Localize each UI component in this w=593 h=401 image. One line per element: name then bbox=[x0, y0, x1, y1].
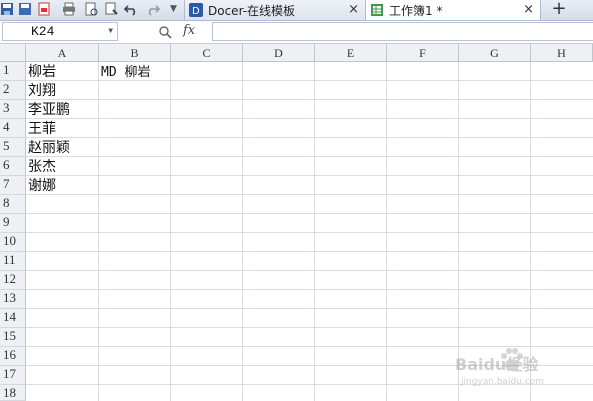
row-header[interactable]: 18 bbox=[0, 385, 26, 401]
grid-line bbox=[26, 232, 593, 233]
row-header[interactable]: 1 bbox=[0, 62, 26, 81]
row-header[interactable]: 14 bbox=[0, 309, 26, 328]
row-header[interactable]: 17 bbox=[0, 366, 26, 385]
tab-close-icon[interactable]: × bbox=[523, 2, 534, 17]
tab-docer-templates[interactable]: D Docer-在线模板 × bbox=[184, 0, 366, 20]
grid-line bbox=[26, 308, 593, 309]
formula-bar: K24 ▼ fx bbox=[0, 21, 593, 44]
pdf-export-icon[interactable] bbox=[37, 2, 51, 16]
tab-label: 工作簿1 * bbox=[389, 3, 443, 18]
row-header[interactable]: 10 bbox=[0, 233, 26, 252]
row-header[interactable]: 3 bbox=[0, 100, 26, 119]
print-icon[interactable] bbox=[62, 2, 76, 16]
grid-line bbox=[26, 99, 593, 100]
row-header[interactable]: 8 bbox=[0, 195, 26, 214]
column-header-c[interactable]: C bbox=[171, 44, 243, 62]
column-header-d[interactable]: D bbox=[243, 44, 315, 62]
grid-line bbox=[26, 251, 593, 252]
grid-line bbox=[26, 270, 593, 271]
tab-label: Docer-在线模板 bbox=[208, 3, 296, 18]
column-header-f[interactable]: F bbox=[387, 44, 459, 62]
row-header[interactable]: 16 bbox=[0, 347, 26, 366]
zoom-icon[interactable] bbox=[158, 25, 172, 42]
name-box-value: K24 bbox=[31, 24, 55, 39]
spreadsheet-icon bbox=[371, 4, 383, 16]
column-header-a[interactable]: A bbox=[26, 44, 99, 62]
tab-close-icon[interactable]: × bbox=[348, 2, 359, 17]
cell-a4[interactable]: 王菲 bbox=[28, 120, 56, 139]
row-header[interactable]: 7 bbox=[0, 176, 26, 195]
cell-b1[interactable]: MD 柳岩 bbox=[101, 63, 150, 82]
quick-access-dropdown-icon[interactable]: ▼ bbox=[170, 4, 184, 18]
column-header-e[interactable]: E bbox=[315, 44, 387, 62]
grid-line bbox=[26, 156, 593, 157]
row-header[interactable]: 6 bbox=[0, 157, 26, 176]
new-tab-button[interactable]: + bbox=[548, 0, 570, 20]
docer-logo-icon: D bbox=[189, 3, 203, 17]
svg-text:D: D bbox=[192, 6, 200, 17]
cell-a6[interactable]: 张杰 bbox=[28, 158, 56, 177]
grid-line bbox=[26, 327, 593, 328]
tab-bar: ▼ D Docer-在线模板 × 工作簿1 * × + bbox=[0, 0, 593, 21]
row-header[interactable]: 11 bbox=[0, 252, 26, 271]
column-header-g[interactable]: G bbox=[459, 44, 531, 62]
column-header-h[interactable]: H bbox=[531, 44, 593, 62]
watermark-url: jingyan.baidu.com bbox=[461, 377, 545, 387]
row-header[interactable]: 9 bbox=[0, 214, 26, 233]
grid-line bbox=[26, 175, 593, 176]
redo-icon[interactable] bbox=[146, 2, 160, 16]
cell-a5[interactable]: 赵丽颖 bbox=[28, 139, 70, 158]
row-header[interactable]: 4 bbox=[0, 119, 26, 138]
format-painter-icon[interactable] bbox=[104, 2, 118, 16]
insert-function-icon[interactable]: fx bbox=[183, 23, 195, 38]
select-all-corner[interactable] bbox=[0, 44, 26, 62]
grid-line bbox=[26, 213, 593, 214]
save-as-icon[interactable] bbox=[18, 2, 32, 16]
watermark-brand: Baidu经验 bbox=[455, 355, 539, 374]
undo-icon[interactable] bbox=[124, 2, 138, 16]
cell-a7[interactable]: 谢娜 bbox=[28, 177, 56, 196]
row-header[interactable]: 15 bbox=[0, 328, 26, 347]
row-header[interactable]: 2 bbox=[0, 81, 26, 100]
grid-line bbox=[26, 137, 593, 138]
save-icon[interactable] bbox=[0, 2, 14, 16]
cell-a1[interactable]: 柳岩 bbox=[28, 63, 56, 82]
row-header[interactable]: 13 bbox=[0, 290, 26, 309]
name-box[interactable]: K24 ▼ bbox=[2, 22, 118, 41]
row-header[interactable]: 5 bbox=[0, 138, 26, 157]
grid-line bbox=[26, 118, 593, 119]
chevron-down-icon[interactable]: ▼ bbox=[108, 27, 113, 36]
formula-input[interactable] bbox=[212, 22, 593, 41]
grid-line bbox=[26, 289, 593, 290]
tab-workbook[interactable]: 工作簿1 * × bbox=[366, 0, 541, 20]
row-header[interactable]: 12 bbox=[0, 271, 26, 290]
print-preview-icon[interactable] bbox=[84, 2, 98, 16]
column-header-b[interactable]: B bbox=[99, 44, 171, 62]
grid-line bbox=[26, 194, 593, 195]
baidu-jingyan-watermark: Baidu经验 jingyan.baidu.com bbox=[455, 345, 585, 395]
cell-a2[interactable]: 刘翔 bbox=[28, 82, 56, 101]
cell-a3[interactable]: 李亚鹏 bbox=[28, 101, 70, 120]
